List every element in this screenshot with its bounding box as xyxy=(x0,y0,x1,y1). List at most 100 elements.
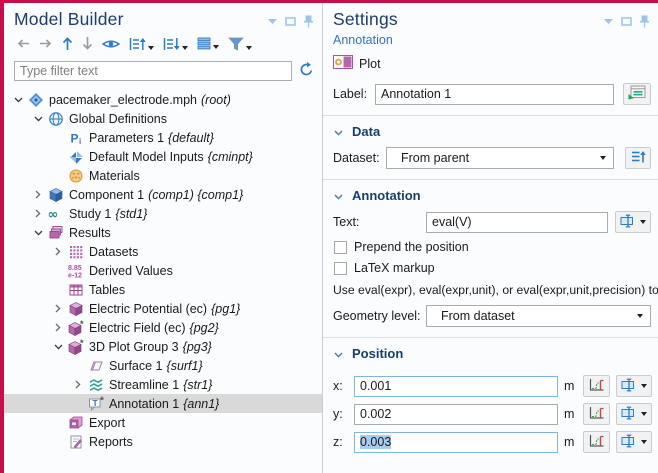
funnel-icon xyxy=(228,37,244,54)
chevron-down-icon xyxy=(600,156,606,160)
latex-markup-label: LaTeX markup xyxy=(354,261,435,275)
tree-item-tag: {default} xyxy=(168,131,214,145)
tables-icon xyxy=(66,282,86,298)
range-button[interactable] xyxy=(583,431,610,453)
range-selector-icon xyxy=(620,214,636,231)
panel-menu-icon[interactable] xyxy=(268,19,277,24)
tree-item-label: Electric Field (ec) xyxy=(89,321,186,335)
annotation-text-input[interactable] xyxy=(426,212,608,233)
label-input[interactable] xyxy=(375,84,614,105)
position-z-input[interactable]: 0.003 xyxy=(354,432,558,453)
position-y-input[interactable] xyxy=(354,404,558,425)
chevron-down-icon xyxy=(246,46,252,50)
edit-field-button[interactable] xyxy=(616,403,652,425)
expander-collapsed-icon[interactable] xyxy=(30,190,46,199)
filter-input[interactable] xyxy=(14,61,292,81)
show-button[interactable] xyxy=(102,38,120,53)
tree-item-derived-values[interactable]: 8.85e-12Derived Values xyxy=(4,261,322,280)
forward-button[interactable] xyxy=(39,38,53,52)
go-to-source-button[interactable] xyxy=(625,147,651,169)
tree-item-streamline-1[interactable]: Streamline 1{str1} xyxy=(4,375,322,394)
edit-field-button[interactable] xyxy=(616,375,652,397)
float-panel-icon[interactable] xyxy=(621,17,632,26)
tree-item-results[interactable]: Results xyxy=(4,223,322,242)
tree-item-electric-potential[interactable]: Electric Potential (ec){pg1} xyxy=(4,299,322,318)
tree-item-label: Reports xyxy=(89,435,133,449)
move-down-button[interactable] xyxy=(82,36,93,54)
tree-item-3d-plot-group-3[interactable]: *3D Plot Group 3{pg3} xyxy=(4,337,322,356)
tree-item-tag: {ann1} xyxy=(183,397,219,411)
expander-collapsed-icon[interactable] xyxy=(50,247,66,256)
pin-panel-icon[interactable] xyxy=(304,15,313,28)
expander-expanded-icon[interactable] xyxy=(30,230,46,236)
tree-item-surface-1[interactable]: Surface 1{surf1} xyxy=(4,356,322,375)
tree-item-tables[interactable]: Tables xyxy=(4,280,322,299)
expander-collapsed-icon[interactable] xyxy=(50,323,66,332)
dataset-combobox[interactable]: From parent xyxy=(386,147,614,169)
back-button[interactable] xyxy=(16,38,30,52)
panel-menu-icon[interactable] xyxy=(604,19,613,24)
range-button[interactable] xyxy=(583,403,610,425)
edit-field-button[interactable] xyxy=(616,431,652,453)
edit-field-button[interactable] xyxy=(615,211,651,233)
tree-item-study-1[interactable]: ∞Study 1{std1} xyxy=(4,204,322,223)
expander-expanded-icon[interactable] xyxy=(30,116,46,122)
expander-collapsed-icon[interactable] xyxy=(70,380,86,389)
range-selector-icon xyxy=(621,434,637,451)
go-to-node-button[interactable] xyxy=(197,37,219,53)
tree-item-tag: {pg3} xyxy=(183,340,212,354)
annotation-section-header[interactable]: Annotation xyxy=(323,180,658,211)
data-section-header[interactable]: Data xyxy=(323,116,658,147)
refresh-icon[interactable] xyxy=(299,62,314,80)
graph-icon xyxy=(588,406,605,423)
parameters-icon: Pi xyxy=(66,130,86,146)
tree-item-datasets[interactable]: Datasets xyxy=(4,242,322,261)
position-x-input[interactable] xyxy=(354,376,558,397)
tree-item-materials[interactable]: Materials xyxy=(4,166,322,185)
rename-button[interactable] xyxy=(623,83,651,105)
tree-item-default-model-inputs[interactable]: Default Model Inputs{cminpt} xyxy=(4,147,322,166)
tree-item-electric-field[interactable]: *Electric Field (ec){pg2} xyxy=(4,318,322,337)
position-x-row: x:m xyxy=(333,375,658,397)
move-up-button[interactable] xyxy=(62,36,73,54)
plot-button[interactable]: Plot xyxy=(323,47,658,72)
position-section-header[interactable]: Position xyxy=(323,338,658,369)
graph-icon xyxy=(588,378,605,395)
tree-item-annotation-1[interactable]: T*Annotation 1{ann1} xyxy=(4,394,322,413)
tree-item-label: Export xyxy=(89,416,125,430)
position-fields: x:my:mz:0.003m xyxy=(323,375,658,453)
tree-item-label: Default Model Inputs xyxy=(89,150,204,164)
tree-item-parameters-1[interactable]: PiParameters 1 {default} xyxy=(4,128,322,147)
expander-collapsed-icon[interactable] xyxy=(30,209,46,218)
tree-item-global-definitions[interactable]: Global Definitions xyxy=(4,109,322,128)
tree-item-label: Parameters 1 xyxy=(89,131,164,145)
prepend-position-checkbox[interactable] xyxy=(334,241,347,254)
model-root-icon xyxy=(26,92,46,108)
tree-item-tag: (comp1) {comp1} xyxy=(148,188,243,202)
pin-panel-icon[interactable] xyxy=(640,15,649,28)
collapse-button[interactable] xyxy=(163,37,188,54)
tree-item-reports[interactable]: Reports xyxy=(4,432,322,451)
dataset-value: From parent xyxy=(401,151,469,165)
range-button[interactable] xyxy=(583,375,610,397)
results-icon xyxy=(46,225,66,241)
expander-expanded-icon[interactable] xyxy=(10,97,26,103)
settings-subtitle-link[interactable]: Annotation xyxy=(323,30,658,47)
section-chevron-icon xyxy=(334,124,343,139)
expand-button[interactable] xyxy=(129,37,154,54)
tree-item-export[interactable]: Export xyxy=(4,413,322,432)
tree-item-label: Annotation 1 xyxy=(109,397,179,411)
tree-item-component-1[interactable]: Component 1(comp1) {comp1} xyxy=(4,185,322,204)
expander-collapsed-icon[interactable] xyxy=(50,304,66,313)
tree-item-root[interactable]: pacemaker_electrode.mph(root) xyxy=(4,90,322,109)
latex-markup-checkbox[interactable] xyxy=(334,262,347,275)
annotation-section-title: Annotation xyxy=(352,188,421,203)
plot-group-star-icon: * xyxy=(66,339,86,355)
geometry-level-combobox[interactable]: From dataset xyxy=(426,305,651,327)
node-filter-button[interactable] xyxy=(228,37,252,54)
tree-item-label: Surface 1 xyxy=(109,359,163,373)
expander-expanded-icon[interactable] xyxy=(50,344,66,350)
model-builder-panel: Model Builder pacemaker_electrode.mph(ro… xyxy=(4,3,322,473)
float-panel-icon[interactable] xyxy=(285,17,296,26)
tree-item-label: pacemaker_electrode.mph xyxy=(49,93,197,107)
